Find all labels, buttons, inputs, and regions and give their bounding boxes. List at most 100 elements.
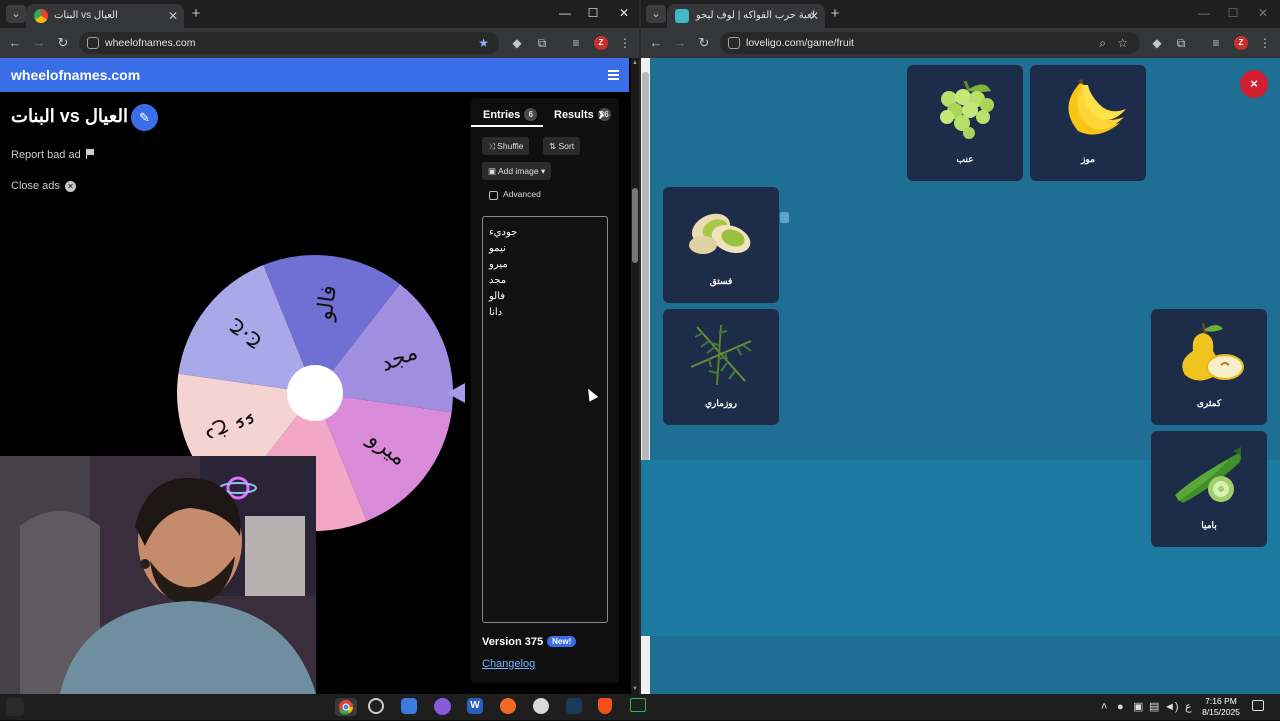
forward-arrow-icon[interactable]: →: [672, 35, 688, 51]
new-tab-button[interactable]: +: [825, 4, 845, 24]
close-window-button[interactable]: ✕: [614, 6, 634, 20]
word-taskbar-icon[interactable]: W: [467, 698, 483, 714]
clock-time: 7:16 PM: [1205, 696, 1237, 706]
tab-search-button[interactable]: ⌄: [6, 5, 26, 23]
report-label: Report bad ad: [11, 149, 81, 161]
terminal-taskbar-icon[interactable]: [630, 698, 646, 712]
fruit-card-okra[interactable]: باميا: [1151, 431, 1267, 547]
entry-line: دانا: [489, 307, 503, 318]
firefox-taskbar-icon[interactable]: [500, 698, 516, 714]
chevron-right-icon[interactable]: ›: [598, 104, 604, 125]
address-url: loveligo.com/game/fruit: [746, 37, 854, 49]
okra-icon: [1175, 447, 1241, 503]
reload-icon[interactable]: ↻: [696, 35, 712, 51]
scrollbar-thumb[interactable]: [632, 188, 638, 263]
maximize-button[interactable]: ☐: [1223, 6, 1243, 20]
changelog-link[interactable]: Changelog: [482, 658, 535, 670]
entry-line: مجد: [489, 275, 507, 286]
shuffle-icon: ⤨: [488, 141, 498, 151]
tray-app-icon[interactable]: ▣: [1133, 700, 1143, 714]
network-icon[interactable]: ▤: [1149, 700, 1159, 714]
profile-avatar-icon[interactable]: Z: [594, 36, 608, 50]
extension-diamond-icon[interactable]: ◆: [1150, 36, 1164, 50]
address-bar[interactable]: loveligo.com/game/fruit ⌕ ☆: [720, 32, 1140, 54]
fruit-card-rosemary[interactable]: روزماري: [663, 309, 779, 425]
fruit-card-pistachio[interactable]: فستق: [663, 187, 779, 303]
tab-strip: ⌄ لعبة حرب الفواكه | لوف ليجو يوم ✕ + — …: [641, 0, 1280, 28]
media-queue-icon[interactable]: ≡: [1209, 36, 1223, 50]
capture-taskbar-icon[interactable]: [533, 698, 549, 714]
system-clock[interactable]: 7:16 PM 8/15/2025: [1197, 696, 1245, 718]
extensions-puzzle-icon[interactable]: ⧉: [535, 36, 549, 50]
shuffle-button[interactable]: ⤨ Shuffle: [482, 137, 530, 155]
entry-line: ميرو: [489, 259, 508, 270]
report-bad-ad-link[interactable]: Report bad ad: [11, 149, 95, 161]
wheel-center-hub[interactable]: [287, 365, 343, 421]
address-bar[interactable]: wheelofnames.com ★: [79, 32, 499, 54]
new-tab-button[interactable]: +: [186, 4, 206, 24]
brave-taskbar-icon[interactable]: [598, 698, 612, 714]
extensions-puzzle-icon[interactable]: ⧉: [1174, 36, 1188, 50]
fruit-card-banana[interactable]: موز: [1030, 65, 1146, 181]
input-language[interactable]: ع: [1185, 700, 1192, 714]
back-arrow-icon[interactable]: ←: [7, 35, 23, 51]
tab-close-icon[interactable]: ✕: [809, 4, 819, 28]
scroll-up-icon[interactable]: ▲: [631, 60, 639, 66]
sort-button[interactable]: ⇅ Sort: [543, 137, 581, 155]
fruit-card-pear[interactable]: كمثرى: [1151, 309, 1267, 425]
zoom-icon[interactable]: ⌕: [1099, 32, 1106, 54]
chrome-taskbar-icon[interactable]: [335, 698, 357, 716]
scroll-down-icon[interactable]: ▼: [631, 686, 639, 692]
tab-loveligo[interactable]: لعبة حرب الفواكه | لوف ليجو يوم ✕: [667, 4, 825, 28]
discord-taskbar-icon[interactable]: [434, 698, 451, 715]
edit-pencil-icon[interactable]: ✎: [131, 104, 158, 131]
tab-entries[interactable]: Entries 6: [483, 108, 538, 121]
game-close-button[interactable]: ×: [1240, 70, 1268, 98]
page-scrollbar[interactable]: ▲ ▼: [631, 58, 639, 694]
close-ads-link[interactable]: Close ads ✕: [11, 180, 76, 192]
store-taskbar-icon[interactable]: [401, 698, 417, 714]
obs-taskbar-icon[interactable]: [368, 698, 384, 714]
microphone-icon[interactable]: ●: [1117, 700, 1124, 714]
tab-close-icon[interactable]: ✕: [168, 4, 178, 28]
bookmark-star-icon[interactable]: ★: [478, 32, 489, 54]
browser-menu-icon[interactable]: ⋮: [1258, 36, 1272, 50]
new-badge: New!: [547, 636, 577, 647]
clock-date: 8/15/2025: [1202, 707, 1240, 717]
hamburger-menu-icon[interactable]: [608, 70, 619, 80]
entries-textarea[interactable]: جوديء نيمو ميرو مجد فالو دانا: [482, 216, 608, 623]
fruit-card-grapes[interactable]: عنب: [907, 65, 1023, 181]
site-info-icon[interactable]: [728, 37, 740, 49]
wheelofnames-favicon-icon: [34, 9, 48, 23]
webcam-overlay: [0, 456, 316, 694]
bookmark-star-icon[interactable]: ☆: [1117, 32, 1128, 54]
notification-icon[interactable]: [1252, 700, 1264, 711]
tab-wheelofnames[interactable]: العيال vs البنات ✕: [26, 4, 184, 28]
windows-taskbar: W ˄ ● ▣ ▤ ◄) ع 7:16 PM 8/15/2025: [0, 694, 1280, 720]
site-info-icon[interactable]: [87, 37, 99, 49]
wheelofnames-header: wheelofnames.com: [0, 58, 629, 92]
forward-arrow-icon[interactable]: →: [31, 35, 47, 51]
minimize-button[interactable]: —: [555, 6, 575, 20]
tab-search-button[interactable]: ⌄: [646, 5, 666, 23]
extension-diamond-icon[interactable]: ◆: [510, 36, 524, 50]
back-arrow-icon[interactable]: ←: [648, 35, 664, 51]
minimize-button[interactable]: —: [1194, 6, 1214, 20]
active-tab-indicator: [471, 125, 543, 127]
steam-taskbar-icon[interactable]: [566, 698, 582, 714]
media-queue-icon[interactable]: ≡: [569, 36, 583, 50]
browser-menu-icon[interactable]: ⋮: [618, 36, 632, 50]
volume-icon[interactable]: ◄): [1164, 700, 1179, 714]
close-ads-label: Close ads: [11, 180, 60, 192]
site-logo[interactable]: wheelofnames.com: [11, 58, 140, 92]
hidden-app-icon[interactable]: [6, 698, 24, 716]
maximize-button[interactable]: ☐: [583, 6, 603, 20]
webcam-person-image: [0, 456, 316, 694]
reload-icon[interactable]: ↻: [55, 35, 71, 51]
add-image-button[interactable]: ▣ Add image ▾: [482, 162, 552, 180]
profile-avatar-icon[interactable]: Z: [1234, 36, 1248, 50]
entry-line: نيمو: [489, 243, 506, 254]
advanced-checkbox[interactable]: [489, 191, 498, 200]
close-window-button[interactable]: ✕: [1253, 6, 1273, 20]
tray-chevron-up-icon[interactable]: ˄: [1101, 700, 1107, 714]
